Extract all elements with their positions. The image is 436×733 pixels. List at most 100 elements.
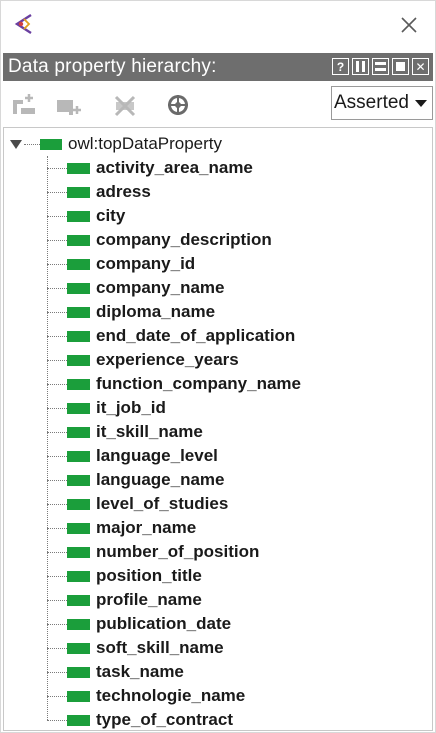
chevron-down-icon [415,100,427,107]
data-property-icon [67,354,90,366]
minimize-icon[interactable] [372,58,389,75]
tree-item[interactable]: activity_area_name [47,156,301,180]
data-property-icon [67,690,90,702]
tree-item-label: position_title [96,566,202,585]
view-buttons: ? ✕ [332,58,429,75]
tree-item-label: adress [96,182,151,201]
tree-item[interactable]: company_id [47,252,301,276]
data-property-icon [67,618,90,630]
data-property-icon [67,642,90,654]
tree-item[interactable]: diploma_name [47,300,301,324]
tree-connector [24,143,40,145]
data-property-icon [67,162,90,174]
tree-item-label: technologie_name [96,686,246,705]
tree-root-row[interactable]: owl:topDataProperty [10,133,222,155]
data-property-icon [40,138,62,150]
tree-connector [47,383,67,385]
close-view-icon[interactable]: ✕ [412,58,429,75]
data-property-icon [67,450,90,462]
title-bar [1,1,435,49]
data-property-icon [67,666,90,678]
tree-item-label: type_of_contract [96,710,233,729]
data-property-icon [67,594,90,606]
tree-connector [47,623,67,625]
tree-item-label: major_name [96,518,197,537]
tree-connector [47,263,67,265]
tree-item-label: company_name [96,278,225,297]
view-title: Data property hierarchy: [8,56,217,77]
tree-item-label: language_name [96,470,225,489]
tree-item-label: task_name [96,662,184,681]
tree-item-label: experience_years [96,350,239,369]
tree-item[interactable]: city [47,204,301,228]
data-property-icon [67,210,90,222]
tree-connector [47,287,67,289]
maximize-icon[interactable] [392,58,409,75]
tree-item[interactable]: publication_date [47,612,301,636]
data-property-icon [67,426,90,438]
toolbar: Asserted [3,83,433,125]
tree-item-label: soft_skill_name [96,638,224,657]
tree-item[interactable]: language_level [47,444,301,468]
find-usage-icon[interactable] [165,92,193,118]
property-tree[interactable]: owl:topDataProperty activity_area_namead… [3,127,433,731]
tree-item[interactable]: it_job_id [47,396,301,420]
tree-connector [47,359,67,361]
expand-toggle-icon[interactable] [10,139,22,149]
data-property-icon [67,570,90,582]
tree-item[interactable]: experience_years [47,348,301,372]
tree-item[interactable]: level_of_studies [47,492,301,516]
tree-connector [47,479,67,481]
data-property-icon [67,498,90,510]
tree-item-label: company_description [96,230,272,249]
tree-connector [47,167,67,169]
tree-item-label: language_level [96,446,218,465]
tree-item[interactable]: adress [47,180,301,204]
data-property-icon [67,258,90,270]
tree-connector [47,407,67,409]
tree-item-label: activity_area_name [96,158,253,177]
hierarchy-mode-select[interactable]: Asserted [331,86,433,120]
tree-connector [47,719,67,721]
tree-item[interactable]: soft_skill_name [47,636,301,660]
tree-item[interactable]: company_name [47,276,301,300]
tree-connector [47,431,67,433]
data-property-hierarchy-window: Data property hierarchy: ? ✕ Asserted ow… [0,0,436,733]
delete-property-icon[interactable] [111,92,139,118]
tree-item-label: end_date_of_application [96,326,296,345]
tree-item-label: it_job_id [96,398,166,417]
tree-children: activity_area_nameadress city company_desc… [47,156,301,732]
tree-item-label: diploma_name [96,302,216,321]
tree-item[interactable]: end_date_of_application [47,324,301,348]
split-icon[interactable] [352,58,369,75]
tree-item[interactable]: function_company_name [47,372,301,396]
tree-connector [47,551,67,553]
tree-connector [47,335,67,337]
help-icon[interactable]: ? [332,58,349,75]
tree-item[interactable]: language_name [47,468,301,492]
tree-connector [47,191,67,193]
tree-item[interactable]: technologie_name [47,684,301,708]
tree-item[interactable]: position_title [47,564,301,588]
tree-connector [47,695,67,697]
tree-item[interactable]: it_skill_name [47,420,301,444]
tree-item-label: company_id [96,254,196,273]
tree-item[interactable]: type_of_contract [47,708,301,732]
close-icon[interactable] [397,13,421,37]
tree-connector [47,239,67,241]
add-sibling-property-icon[interactable] [55,92,83,118]
tree-item[interactable]: number_of_position [47,540,301,564]
data-property-icon [67,306,90,318]
tree-item[interactable]: major_name [47,516,301,540]
tree-item-label: publication_date [96,614,232,633]
tree-item[interactable]: profile_name [47,588,301,612]
tree-item[interactable]: task_name [47,660,301,684]
tree-connector [47,599,67,601]
data-property-icon [67,282,90,294]
tree-item-label: number_of_position [96,542,260,561]
data-property-icon [67,522,90,534]
tree-connector [47,647,67,649]
tree-item-label: it_skill_name [96,422,203,441]
add-sub-property-icon[interactable] [11,92,39,118]
tree-item[interactable]: company_description [47,228,301,252]
